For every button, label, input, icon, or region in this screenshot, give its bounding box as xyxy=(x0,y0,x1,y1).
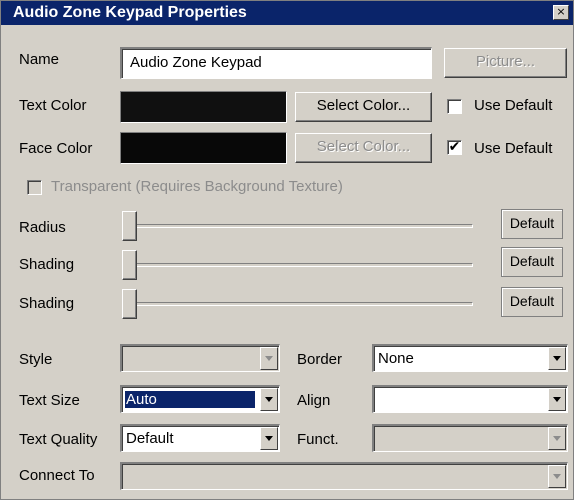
shading-slider-1-track[interactable] xyxy=(125,263,473,267)
text-size-label: Text Size xyxy=(19,392,80,409)
face-use-default-checkbox[interactable]: ✔ xyxy=(447,140,462,155)
face-select-color-button[interactable]: Select Color... xyxy=(295,133,432,163)
shading-2-default-button[interactable]: Default xyxy=(501,287,563,317)
text-quality-combo-value: Default xyxy=(126,430,174,447)
border-dropdown-button[interactable] xyxy=(548,347,566,370)
border-combo-value: None xyxy=(378,350,414,367)
text-use-default-label: Use Default xyxy=(474,97,553,114)
funct-combo[interactable] xyxy=(372,424,568,452)
align-dropdown-button[interactable] xyxy=(548,388,566,411)
chevron-down-icon xyxy=(553,397,561,402)
radius-slider-thumb[interactable] xyxy=(122,211,137,241)
name-input-value: Audio Zone Keypad xyxy=(130,54,262,71)
text-use-default-checkbox[interactable] xyxy=(447,99,462,114)
style-combo[interactable] xyxy=(120,344,280,372)
style-label: Style xyxy=(19,351,53,368)
face-color-swatch xyxy=(120,132,287,164)
close-icon: × xyxy=(556,5,566,18)
funct-dropdown-button[interactable] xyxy=(548,427,566,450)
transparent-checkbox[interactable] xyxy=(27,180,42,195)
properties-dialog: Audio Zone Keypad Properties × Name Audi… xyxy=(0,0,574,500)
text-quality-label: Text Quality xyxy=(19,431,98,448)
name-input[interactable]: Audio Zone Keypad xyxy=(120,47,432,79)
chevron-down-icon xyxy=(265,397,273,402)
close-button[interactable]: × xyxy=(553,5,569,20)
chevron-down-icon xyxy=(553,474,561,479)
text-color-label: Text Color xyxy=(19,97,87,114)
shading-label-2: Shading xyxy=(19,295,75,312)
border-label: Border xyxy=(297,351,343,368)
name-label: Name xyxy=(19,51,60,68)
text-quality-dropdown-button[interactable] xyxy=(260,427,278,450)
chevron-down-icon xyxy=(553,436,561,441)
radius-label: Radius xyxy=(19,219,66,236)
chevron-down-icon xyxy=(265,356,273,361)
text-size-dropdown-button[interactable] xyxy=(260,388,278,411)
shading-slider-2-track[interactable] xyxy=(125,302,473,306)
funct-label: Funct. xyxy=(297,431,339,448)
connect-to-combo[interactable] xyxy=(120,462,568,490)
text-quality-combo[interactable]: Default xyxy=(120,424,280,452)
picture-button[interactable]: Picture... xyxy=(444,48,567,78)
align-label: Align xyxy=(297,392,331,409)
shading-label-1: Shading xyxy=(19,256,75,273)
shading-1-default-button[interactable]: Default xyxy=(501,247,563,277)
text-color-swatch xyxy=(120,91,287,123)
connect-to-label: Connect To xyxy=(19,467,95,484)
chevron-down-icon xyxy=(553,356,561,361)
text-size-combo[interactable]: Auto xyxy=(120,385,280,413)
connect-to-dropdown-button[interactable] xyxy=(548,465,566,488)
text-size-combo-value: Auto xyxy=(124,390,256,409)
transparent-label: Transparent (Requires Background Texture… xyxy=(51,178,343,195)
title-bar: Audio Zone Keypad Properties × xyxy=(1,1,573,25)
text-select-color-button[interactable]: Select Color... xyxy=(295,92,432,122)
shading-slider-2-thumb[interactable] xyxy=(122,289,137,319)
radius-default-button[interactable]: Default xyxy=(501,209,563,239)
face-color-label: Face Color xyxy=(19,140,93,157)
align-combo[interactable] xyxy=(372,385,568,413)
border-combo[interactable]: None xyxy=(372,344,568,372)
radius-slider-track[interactable] xyxy=(125,224,473,228)
chevron-down-icon xyxy=(265,436,273,441)
window-title: Audio Zone Keypad Properties xyxy=(13,4,247,21)
style-dropdown-button[interactable] xyxy=(260,347,278,370)
checkmark-icon: ✔ xyxy=(448,139,461,155)
face-use-default-label: Use Default xyxy=(474,140,553,157)
shading-slider-1-thumb[interactable] xyxy=(122,250,137,280)
